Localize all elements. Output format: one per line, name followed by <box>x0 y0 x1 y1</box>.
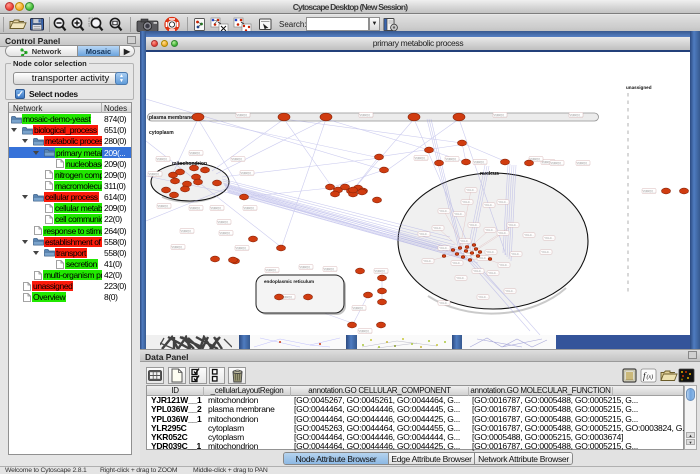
svg-text:YMR00...: YMR00... <box>323 267 336 271</box>
svg-text:YKL0...: YKL0... <box>485 228 495 232</box>
svg-text:YKL0...: YKL0... <box>423 259 433 263</box>
svg-text:YMR00...: YMR00... <box>576 161 589 165</box>
svg-text:YKL0...: YKL0... <box>454 212 464 216</box>
svg-text:YKL0...: YKL0... <box>484 203 494 207</box>
svg-text:YMR00...: YMR00... <box>359 113 372 117</box>
svg-text:YMR00...: YMR00... <box>642 189 655 193</box>
svg-text:YKL0...: YKL0... <box>466 188 476 192</box>
svg-text:YMR00...: YMR00... <box>231 157 244 161</box>
svg-text:YKL0...: YKL0... <box>452 261 462 265</box>
svg-text:plasma membrane: plasma membrane <box>149 115 193 121</box>
svg-text:YKL0...: YKL0... <box>469 223 479 227</box>
svg-text:YKL0...: YKL0... <box>462 200 472 204</box>
svg-text:YKL0...: YKL0... <box>544 236 554 240</box>
svg-text:YKL0...: YKL0... <box>473 269 483 273</box>
svg-text:YKL0...: YKL0... <box>488 271 498 275</box>
svg-text:YKL0...: YKL0... <box>456 276 466 280</box>
svg-text:YMR00...: YMR00... <box>414 156 427 160</box>
svg-text:YMR00...: YMR00... <box>493 113 506 117</box>
svg-text:YMR00...: YMR00... <box>180 229 193 233</box>
svg-text:YMR00...: YMR00... <box>240 171 253 175</box>
svg-text:YKL0...: YKL0... <box>439 301 449 305</box>
svg-text:YKL0...: YKL0... <box>486 250 496 254</box>
svg-text:YMR00...: YMR00... <box>569 113 582 117</box>
svg-text:YKL0...: YKL0... <box>439 209 449 213</box>
svg-text:YMR00...: YMR00... <box>358 329 371 333</box>
svg-text:YMR00...: YMR00... <box>473 160 486 164</box>
svg-text:YMR00...: YMR00... <box>189 151 202 155</box>
svg-text:YKL0...: YKL0... <box>505 289 515 293</box>
svg-text:YKL0...: YKL0... <box>508 223 518 227</box>
svg-text:YKL0...: YKL0... <box>511 252 521 256</box>
svg-text:YKL0...: YKL0... <box>524 233 534 237</box>
svg-text:YKL0...: YKL0... <box>433 226 443 230</box>
svg-text:YMR00...: YMR00... <box>374 269 387 273</box>
svg-text:YMR00...: YMR00... <box>156 157 169 161</box>
svg-text:YMR00...: YMR00... <box>299 265 312 269</box>
svg-text:YKL0...: YKL0... <box>439 246 449 250</box>
svg-text:YMR00...: YMR00... <box>219 231 232 235</box>
svg-text:YMR00...: YMR00... <box>189 206 202 210</box>
svg-text:YKL0...: YKL0... <box>498 231 508 235</box>
svg-text:YKL0...: YKL0... <box>499 263 509 267</box>
svg-text:(x): (x) <box>647 374 654 381</box>
svg-text:YMR00...: YMR00... <box>235 246 248 250</box>
svg-text:YMR00...: YMR00... <box>236 113 249 117</box>
svg-text:YMR00...: YMR00... <box>265 268 278 272</box>
svg-text:YKL0...: YKL0... <box>460 239 470 243</box>
svg-text:YMR00...: YMR00... <box>148 172 161 176</box>
svg-text:YMR00...: YMR00... <box>445 157 458 161</box>
svg-text:YMR00...: YMR00... <box>157 204 170 208</box>
svg-text:YMR00...: YMR00... <box>217 220 230 224</box>
svg-text:YMR00...: YMR00... <box>550 161 563 165</box>
svg-text:YMR00...: YMR00... <box>243 206 256 210</box>
svg-text:YMR00...: YMR00... <box>171 245 184 249</box>
svg-text:YKL0...: YKL0... <box>478 295 488 299</box>
svg-text:YKL0...: YKL0... <box>541 250 551 254</box>
svg-text:cytoplasm: cytoplasm <box>149 130 174 136</box>
svg-text:unassigned: unassigned <box>626 85 652 90</box>
svg-text:YKL0...: YKL0... <box>498 200 508 204</box>
svg-text:YMR00...: YMR00... <box>352 306 365 310</box>
svg-text:YMR00...: YMR00... <box>210 206 223 210</box>
svg-text:YKL0...: YKL0... <box>419 232 429 236</box>
svg-text:endoplasmic reticulum: endoplasmic reticulum <box>264 279 314 284</box>
